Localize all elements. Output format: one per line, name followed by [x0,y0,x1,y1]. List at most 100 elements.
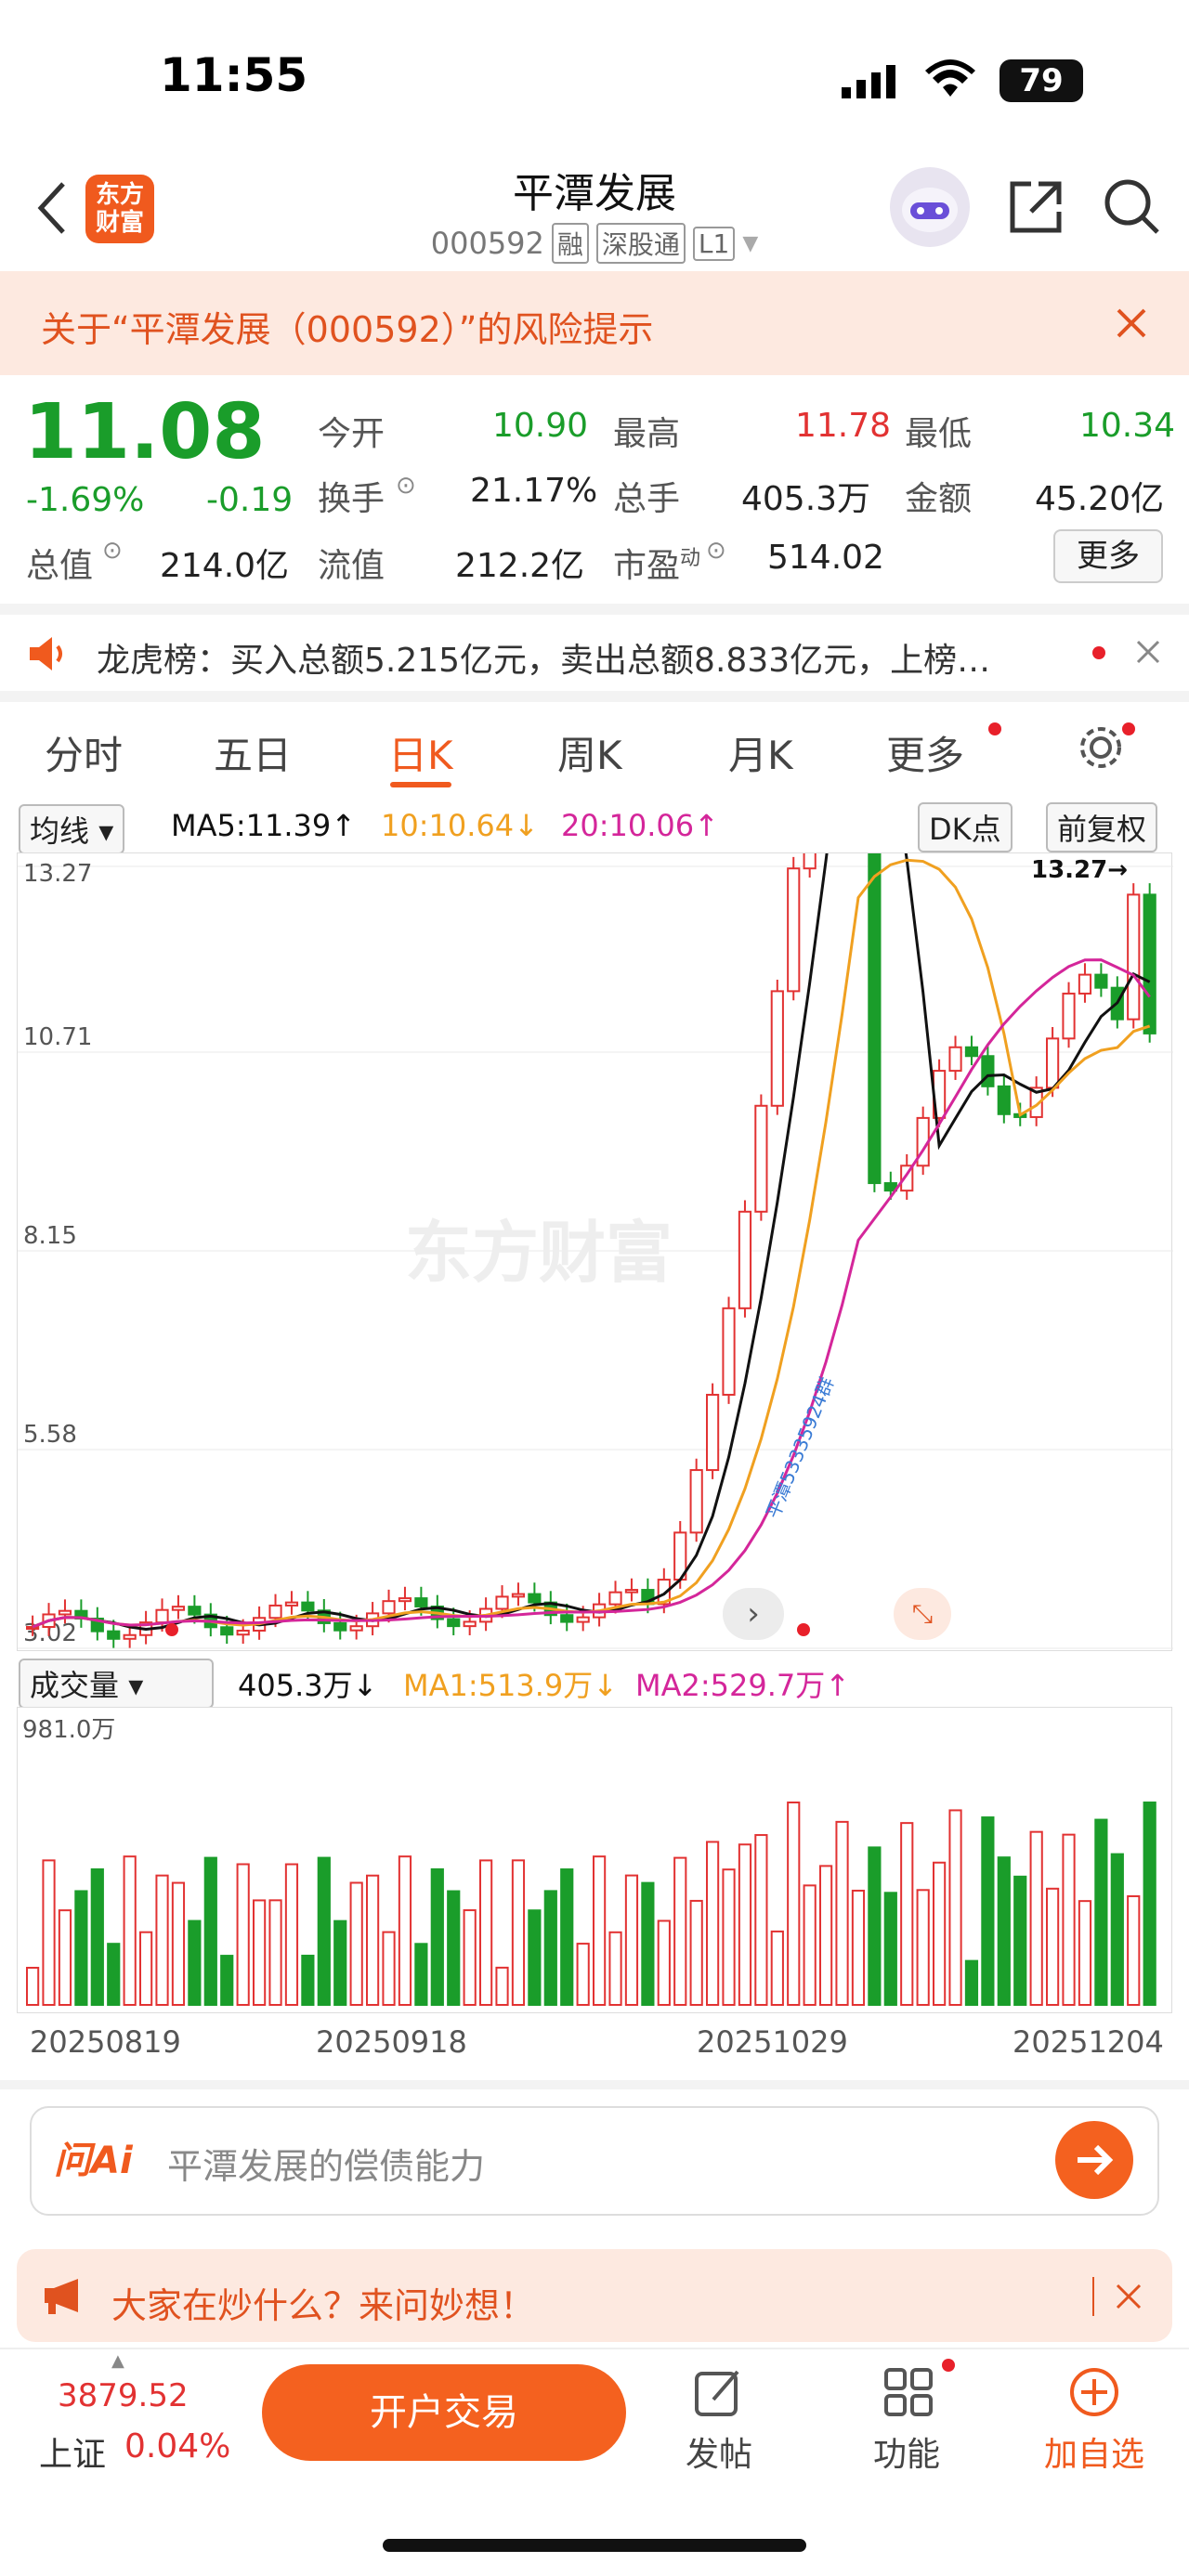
y-tick-label: 13.27 [23,860,92,888]
volume-bar [58,1909,72,2006]
arrow-right-icon[interactable] [1055,2121,1133,2199]
ask-ai-placeholder[interactable]: 平潭发展的偿债能力 [167,2138,485,2189]
index-caret-icon: ▲ [111,2351,124,2371]
candle [722,1307,736,1396]
adjust-button[interactable]: 前复权 [1046,802,1158,852]
indicator-select[interactable]: 均线 ▾ [19,804,125,854]
section-divider [0,2080,1189,2089]
tab-more[interactable]: 更多 [886,724,964,781]
event-marker-dot[interactable] [797,1623,810,1636]
info-icon[interactable]: ⊙ [396,472,416,500]
volume-bar [868,1846,882,2006]
tab-five-day[interactable]: 五日 [214,724,292,781]
volume-bar [851,1889,866,2006]
open-value: 10.90 [492,407,589,445]
tab-intraday[interactable]: 分时 [45,724,123,781]
volume-bar [479,1859,493,2006]
volume-bar [706,1841,720,2006]
high-label: 最高 [613,415,681,453]
post-label[interactable]: 发帖 [686,2427,752,2476]
battery-level: 79 [1019,62,1064,99]
status-time: 11:55 [160,48,308,102]
float-label: 流值 [318,547,385,585]
tab-daily-k[interactable]: 日K [388,724,453,781]
search-icon[interactable] [1102,176,1163,241]
share-icon[interactable] [1005,176,1066,241]
volume-bar [1013,1875,1027,2006]
candle [1078,973,1092,995]
volume-bar [42,1859,56,2006]
date-label: 20250918 [316,2024,467,2060]
volume-bar [398,1855,412,2006]
change-pct: -1.69% [26,481,145,519]
high-value: 11.78 [795,407,892,445]
volume-bar [624,1874,639,2006]
more-button[interactable]: 更多 [1053,529,1163,583]
add-circle-icon[interactable] [1068,2366,1120,2422]
scroll-right-icon[interactable]: › [723,1588,784,1640]
volume-bar [1078,1900,1092,2006]
low-label: 最低 [905,415,973,453]
volume-bar [139,1931,153,2006]
risk-banner-text[interactable]: 关于“平潭发展（000592）”的风险提示 [41,301,653,352]
close-icon[interactable] [1115,2283,1143,2314]
close-icon[interactable] [1135,639,1161,669]
low-value: 10.34 [1079,407,1176,445]
volume-bar [171,1881,186,2006]
last-price: 11.08 [24,388,266,476]
candle [738,1210,752,1309]
volume-bar [883,1892,897,2006]
volume-bar [593,1855,607,2006]
volume-bar [787,1802,801,2007]
robot-avatar-icon[interactable] [890,167,970,247]
volume-bar [203,1856,217,2006]
volume-bar [819,1865,833,2006]
index-name[interactable]: 上证 [39,2427,106,2476]
dk-point-button[interactable]: DK点 [918,802,1013,852]
volume-bar [689,1899,703,2006]
candle [107,1630,121,1640]
volume-bar [220,1955,234,2006]
edit-icon[interactable] [693,2366,745,2422]
close-icon[interactable] [1115,306,1148,344]
expand-icon[interactable]: ⤡ [894,1588,951,1640]
index-value[interactable]: 3879.52 [58,2377,189,2414]
candle [58,1609,72,1616]
info-icon[interactable]: ⊙ [706,537,726,565]
ma20-legend: 20:10.06↑ [561,808,719,843]
tab-monthly-k[interactable]: 月K [728,724,793,781]
tag-margin: 融 [551,223,589,264]
open-account-trade-button[interactable]: 开户交易 [262,2364,626,2461]
volume-bar [608,1931,622,2006]
event-marker-dot[interactable] [165,1623,178,1636]
unread-dot [1122,722,1135,735]
add-watchlist-label[interactable]: 加自选 [1044,2427,1144,2476]
tab-weekly-k[interactable]: 周K [557,724,622,781]
volume-bar [284,1863,299,2006]
functions-label[interactable]: 功能 [873,2427,940,2476]
grid-icon[interactable] [882,2366,934,2422]
tag-level: L1 [692,226,736,261]
candle [495,1595,509,1610]
volume-bar [495,1966,509,2007]
volume-max-label: 981.0万 [22,1716,116,1744]
settings-icon[interactable] [1078,724,1124,774]
info-icon[interactable]: ⊙ [102,537,123,565]
volume-bar [1127,1894,1141,2006]
candle [171,1606,186,1611]
volume-bar [511,1859,526,2006]
volume-current: 405.3万↓ [238,1668,378,1703]
index-change[interactable]: 0.04% [124,2427,230,2465]
volume-bar [414,1943,428,2006]
candle [1127,893,1141,1021]
ma5-legend: MA5:11.39↑ [171,808,357,843]
volume-bar [463,1909,477,2007]
volume-bar [447,1890,461,2006]
volume-indicator-select[interactable]: 成交量 ▾ [19,1659,214,1709]
volume-bar [754,1834,768,2006]
candle [398,1597,412,1603]
volume-chart[interactable] [17,1707,1172,2013]
candle [1094,973,1108,989]
hot-topics-text[interactable]: 大家在炒什么？来问妙想！ [111,2277,535,2328]
dragon-tiger-text[interactable]: 龙虎榜：买入总额5.215亿元，卖出总额8.833亿元，上榜… [97,633,1063,682]
